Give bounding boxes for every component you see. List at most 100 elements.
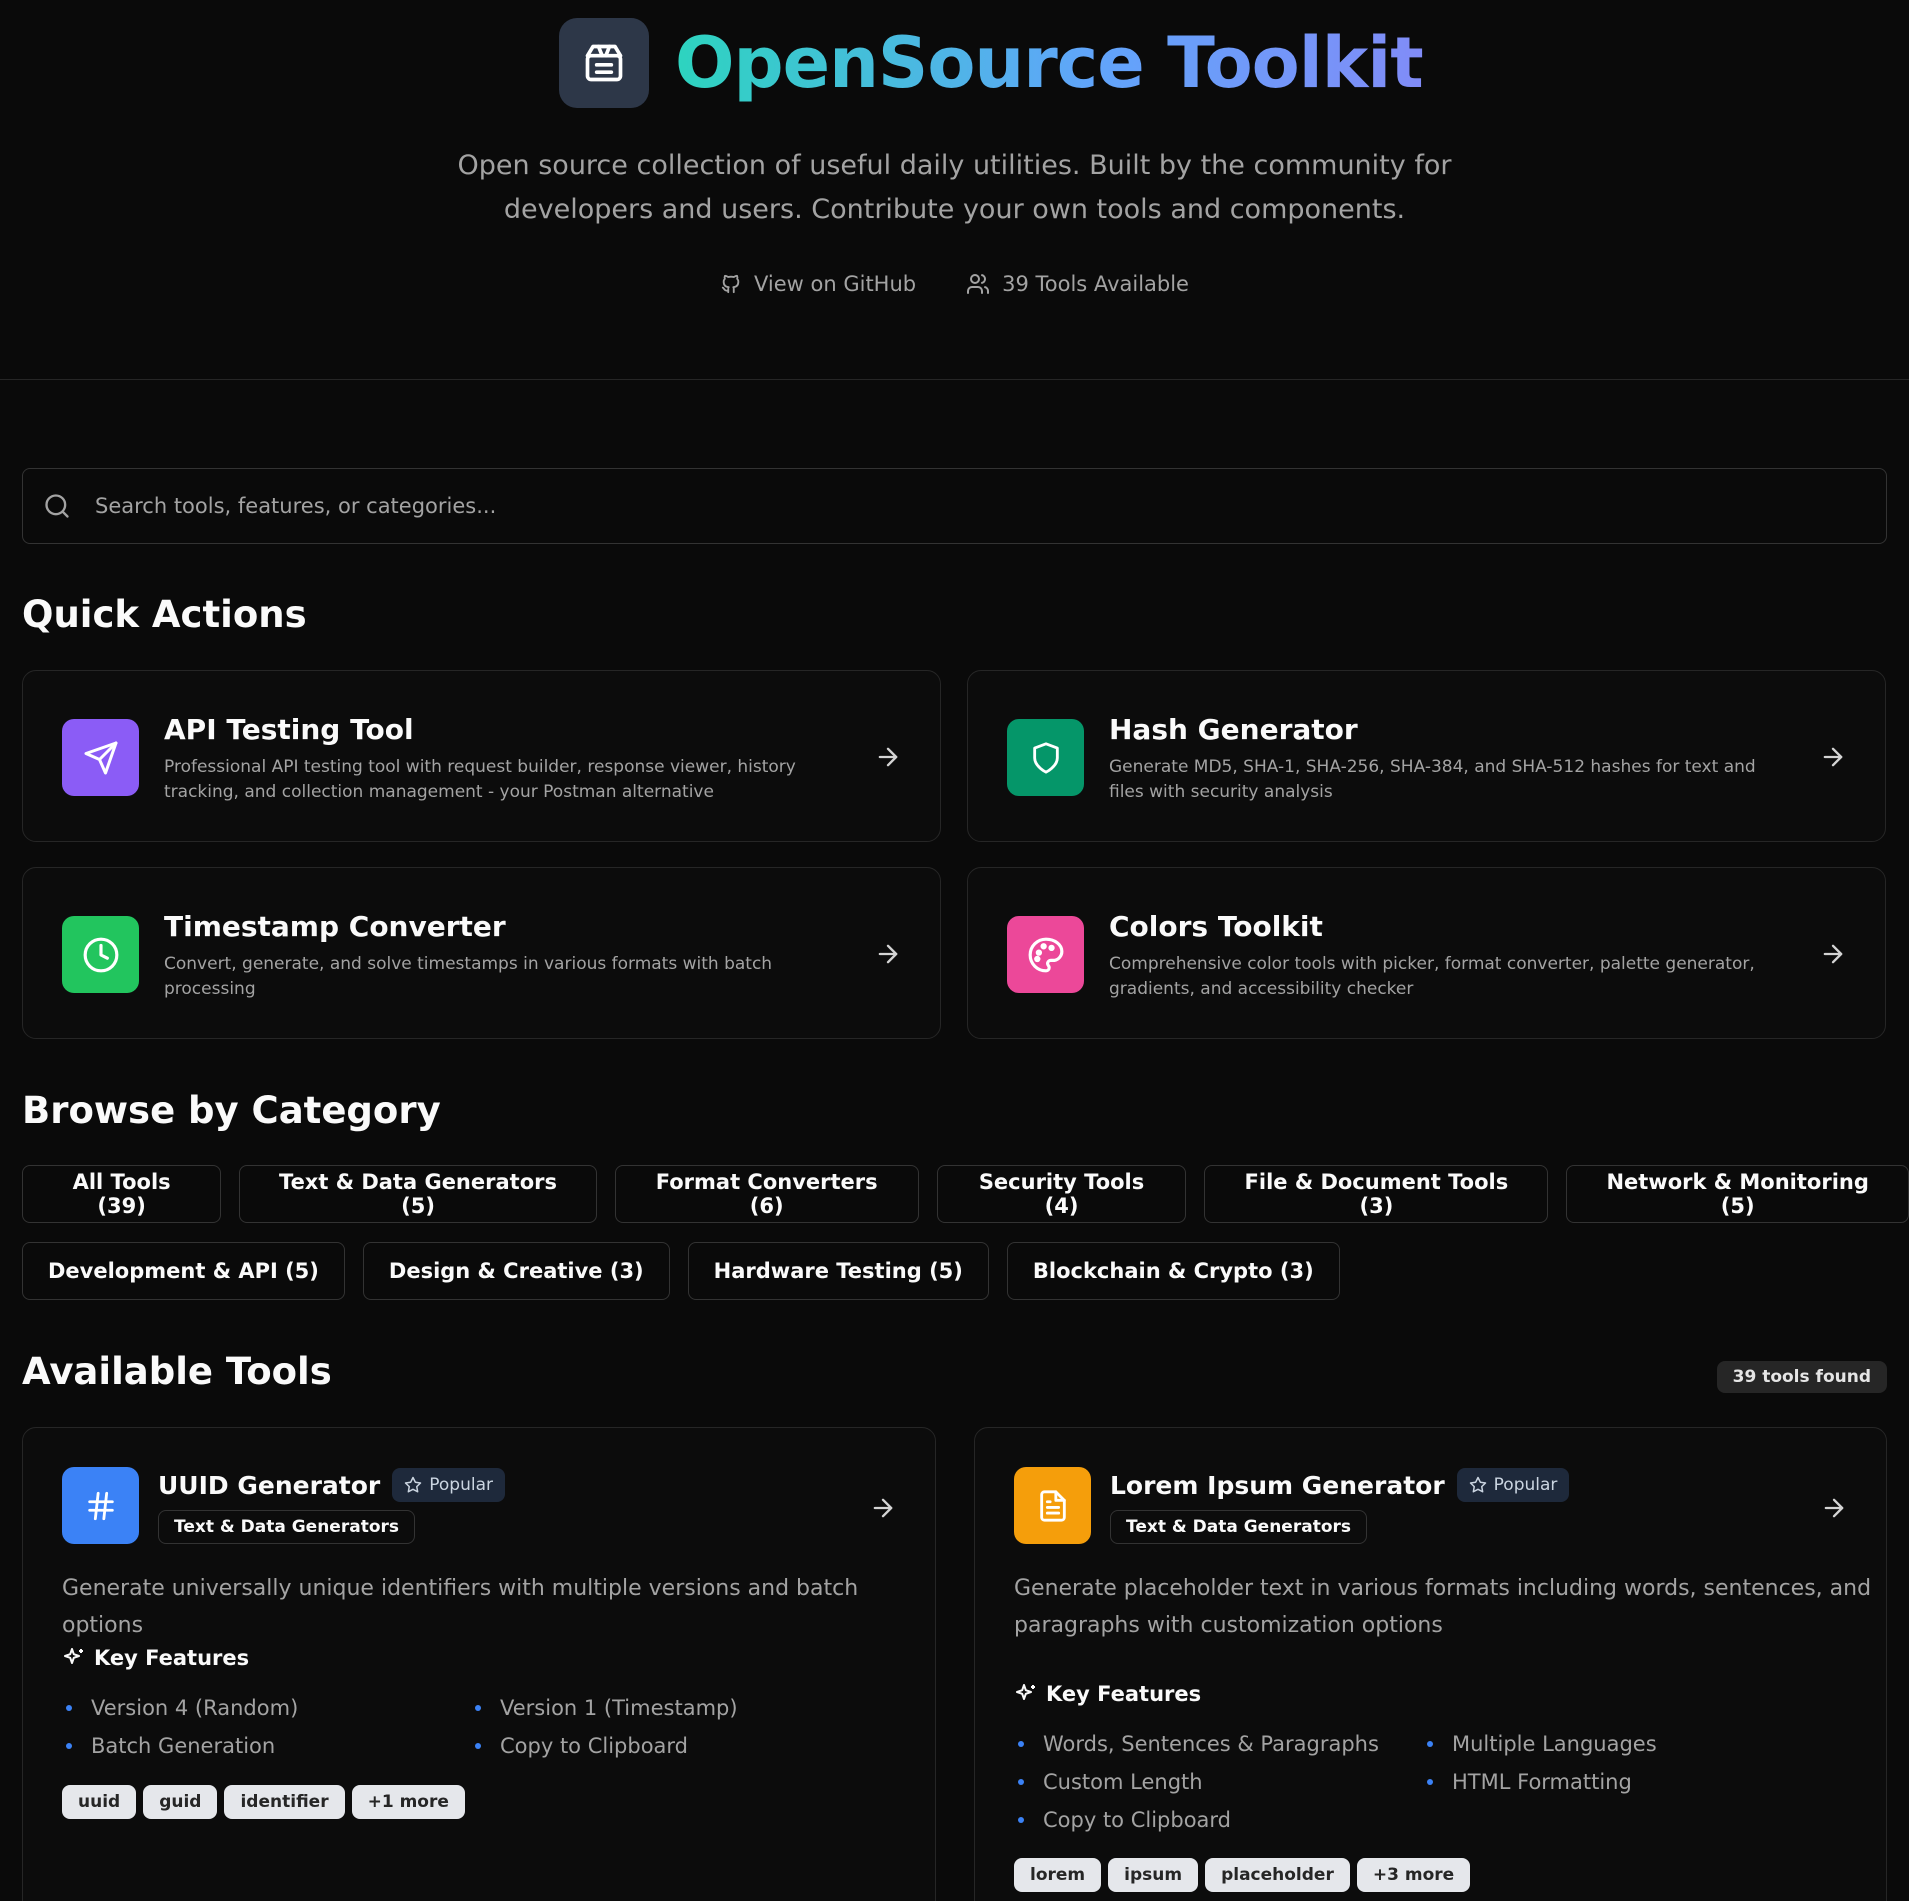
search-icon [45, 494, 69, 518]
tag-more[interactable]: +3 more [1356, 1858, 1471, 1892]
key-features-title: Key Features [62, 1646, 249, 1670]
feature-label: Version 1 (Timestamp) [500, 1695, 738, 1720]
tool-description: Generate placeholder text in various for… [1014, 1570, 1871, 1644]
star-icon [405, 1476, 422, 1493]
quick-action-description: Comprehensive color tools with picker, f… [1109, 954, 1755, 999]
feature-label: HTML Formatting [1452, 1769, 1632, 1794]
category-hardware-testing[interactable]: Hardware Testing (5) [687, 1242, 989, 1300]
tool-description-line: Generate placeholder text in various for… [1014, 1576, 1872, 1601]
tools-available: 39 Tools Available [966, 272, 1189, 296]
tools-available-label: 39 Tools Available [1002, 272, 1189, 296]
palette-icon [1007, 916, 1084, 993]
quick-action-title: Hash Generator [1109, 713, 1358, 746]
category-row-1: All Tools (39) Text & Data Generators (5… [22, 1165, 1909, 1223]
popular-badge-label: Popular [1493, 1475, 1558, 1495]
quick-action-title: Colors Toolkit [1109, 910, 1323, 943]
quick-action-description: Professional API testing tool with reque… [164, 757, 796, 802]
send-icon [62, 719, 139, 796]
arrow-right-icon [1823, 944, 1843, 964]
arrow-right-icon[interactable] [869, 1494, 897, 1522]
tool-header: Lorem Ipsum Generator Popular [1110, 1468, 1570, 1502]
arrow-right-icon[interactable] [1820, 1494, 1848, 1522]
tag[interactable]: uuid [62, 1785, 137, 1819]
hero-header: OpenSource Toolkit Open source collectio… [0, 0, 1909, 380]
feature-item: HTML Formatting [1423, 1767, 1832, 1796]
sparkles-icon [64, 1648, 83, 1664]
feature-label: Batch Generation [91, 1733, 276, 1758]
category-development-api[interactable]: Development & API (5) [22, 1242, 345, 1300]
category-all-tools[interactable]: All Tools (39) [22, 1165, 222, 1223]
feature-label: Copy to Clipboard [1043, 1807, 1232, 1832]
category-network-monitoring[interactable]: Network & Monitoring (5) [1566, 1165, 1909, 1223]
key-features-title: Key Features [1014, 1682, 1201, 1706]
feature-item: Version 4 (Random) [62, 1693, 471, 1722]
tag-list: lorem ipsum placeholder +3 more [1014, 1858, 1471, 1892]
category-file-document-tools[interactable]: File & Document Tools (3) [1204, 1165, 1549, 1223]
tool-category-badge: Text & Data Generators [1110, 1510, 1368, 1544]
quick-action-description: Convert, generate, and solve timestamps … [164, 954, 773, 999]
file-text-icon [1014, 1467, 1091, 1544]
star-icon [1469, 1476, 1486, 1493]
search-input[interactable] [95, 494, 1795, 518]
tag[interactable]: lorem [1014, 1858, 1102, 1892]
popular-badge: Popular [392, 1468, 505, 1502]
site-title: OpenSource Toolkit [675, 18, 1424, 108]
feature-label: Words, Sentences & Paragraphs [1043, 1731, 1379, 1756]
arrow-right-icon [878, 747, 898, 767]
tool-card-lorem-ipsum-generator[interactable]: Lorem Ipsum Generator Popular Text & Dat… [974, 1427, 1887, 1901]
feature-item: Copy to Clipboard [1014, 1805, 1423, 1834]
tag-more[interactable]: +1 more [351, 1785, 465, 1819]
tool-category-badge: Text & Data Generators [158, 1510, 416, 1544]
feature-item: Version 1 (Timestamp) [471, 1693, 880, 1722]
quick-action-title: API Testing Tool [164, 713, 414, 746]
quick-action-timestamp-converter[interactable]: Timestamp Converter Convert, generate, a… [22, 867, 941, 1039]
category-blockchain-crypto[interactable]: Blockchain & Crypto (3) [1006, 1242, 1340, 1300]
key-features-label: Key Features [1046, 1682, 1202, 1706]
feature-item: Batch Generation [62, 1731, 471, 1760]
quick-action-colors-toolkit[interactable]: Colors Toolkit Comprehensive color tools… [967, 867, 1886, 1039]
tools-count-badge: 39 tools found [1716, 1361, 1887, 1393]
github-link-label: View on GitHub [754, 272, 917, 296]
feature-item: Multiple Languages [1423, 1729, 1832, 1758]
github-link[interactable]: View on GitHub [720, 272, 916, 296]
category-row-2: Development & API (5) Design & Creative … [22, 1242, 1340, 1300]
tool-header: UUID Generator Popular [158, 1468, 505, 1502]
quick-action-api-testing[interactable]: API Testing Tool Professional API testin… [22, 670, 941, 842]
category-security-tools[interactable]: Security Tools (4) [936, 1165, 1187, 1223]
github-icon [721, 274, 740, 294]
available-tools-title: Available Tools [22, 1350, 332, 1393]
tag[interactable]: identifier [224, 1785, 345, 1819]
brand: OpenSource Toolkit [559, 18, 1424, 108]
feature-item: Copy to Clipboard [471, 1731, 880, 1760]
category-design-creative[interactable]: Design & Creative (3) [362, 1242, 670, 1300]
popular-badge: Popular [1456, 1468, 1570, 1502]
quick-action-description: Generate MD5, SHA-1, SHA-256, SHA-384, a… [1109, 757, 1756, 802]
hero-description: Open source collection of useful daily u… [457, 150, 1452, 225]
feature-list: Words, Sentences & Paragraphs Multiple L… [1014, 1729, 1832, 1834]
shield-icon [1007, 719, 1084, 796]
arrow-right-icon [878, 944, 898, 964]
users-icon [967, 274, 990, 294]
quick-action-hash-generator[interactable]: Hash Generator Generate MD5, SHA-1, SHA-… [967, 670, 1886, 842]
sparkles-icon [1016, 1684, 1035, 1700]
feature-label: Copy to Clipboard [500, 1733, 689, 1758]
feature-label: Version 4 (Random) [91, 1695, 299, 1720]
tag[interactable]: placeholder [1205, 1858, 1350, 1892]
tag-list: uuid guid identifier +1 more [62, 1785, 465, 1819]
browse-category-title: Browse by Category [22, 1089, 441, 1132]
tool-card-uuid-generator[interactable]: UUID Generator Popular Text & Data Gener… [22, 1427, 936, 1901]
key-features-label: Key Features [94, 1646, 250, 1670]
category-format-converters[interactable]: Format Converters (6) [614, 1165, 919, 1223]
feature-label: Multiple Languages [1452, 1731, 1657, 1756]
quick-actions-title: Quick Actions [22, 593, 307, 636]
hero-links: View on GitHub 39 Tools Available [0, 272, 1909, 296]
tag[interactable]: ipsum [1108, 1858, 1199, 1892]
feature-list: Version 4 (Random) Version 1 (Timestamp)… [62, 1693, 880, 1760]
quick-action-title: Timestamp Converter [164, 910, 506, 943]
tag[interactable]: guid [143, 1785, 218, 1819]
feature-item: Custom Length [1014, 1767, 1423, 1796]
category-text-data-generators[interactable]: Text & Data Generators (5) [239, 1165, 597, 1223]
tool-description-line: paragraphs with customization options [1014, 1613, 1443, 1638]
tool-description: Generate universally unique identifiers … [62, 1576, 859, 1638]
feature-item: Words, Sentences & Paragraphs [1014, 1729, 1423, 1758]
